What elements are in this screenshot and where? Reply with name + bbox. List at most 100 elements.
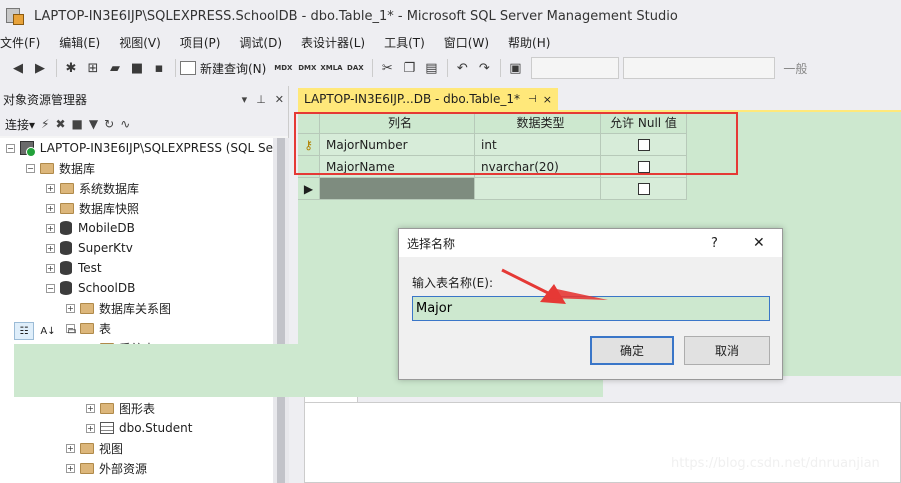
new-query-label: 新建查询(N) [200,61,267,76]
copy-icon[interactable]: ❐ [399,58,419,78]
window-title: LAPTOP-IN3E6IJP\SQLEXPRESS.SchoolDB - db… [34,8,678,24]
server-icon [19,141,36,157]
tree-item[interactable]: + SuperKtv [0,238,273,258]
tree-item[interactable]: + 系统数据库 [0,178,273,198]
dax-query-button[interactable]: DAX [344,64,366,72]
folder-icon [40,162,54,174]
menu-help[interactable]: 帮助(H) [508,34,557,51]
database-icon [60,261,72,275]
connect-icon[interactable]: ⚡ [41,117,49,131]
menu-file[interactable]: 文件(F) [0,34,47,51]
save-icon[interactable]: ■ [127,58,147,78]
collapse-icon[interactable]: − [46,283,55,293]
close-icon[interactable]: ✕ [753,235,765,251]
expand-icon[interactable]: + [46,243,55,253]
solution-config-dropdown[interactable] [531,57,620,79]
menu-window[interactable]: 窗口(W) [444,34,496,51]
tree-item[interactable]: + MobileDB [0,218,273,238]
back-icon[interactable]: ◀ [8,58,28,78]
categorized-icon[interactable]: ☷ [14,322,34,340]
new-project-icon[interactable]: ✱ [61,58,81,78]
tree-item[interactable]: + 数据库关系图 [0,298,273,318]
refresh-icon[interactable]: ↻ [104,117,114,131]
table-row[interactable]: ▶ [298,178,687,200]
database-icon [60,281,72,295]
title-bar: LAPTOP-IN3E6IJP\SQLEXPRESS.SchoolDB - db… [0,0,901,32]
expand-icon[interactable]: + [66,443,75,453]
pin-icon[interactable]: ⊥ [256,93,266,106]
menu-view[interactable]: 视图(V) [119,34,168,51]
expand-icon[interactable]: + [46,183,55,193]
open-folder-icon[interactable]: ▰ [105,58,125,78]
tree-item[interactable]: − SchoolDB [0,278,273,298]
object-explorer-header: 对象资源管理器 ▾ ⊥ ✕ [0,86,288,112]
dropdown-icon[interactable]: ▾ [242,93,248,106]
platform-dropdown[interactable] [623,57,776,79]
stop-icon[interactable]: ■ [72,117,83,131]
new-query-icon [180,61,196,75]
tree-item[interactable]: + 数据库快照 [0,198,273,218]
menu-project[interactable]: 项目(P) [180,34,228,51]
disconnect-icon[interactable]: ✖ [55,117,65,131]
tree-item[interactable]: − 数据库 [0,158,273,178]
ok-button[interactable]: 确定 [590,336,674,365]
object-explorer-toolbar: 连接▾ ⚡ ✖ ■ ▼ ↻ ∿ [0,112,288,136]
toolbar-separator [56,59,57,77]
expand-icon[interactable]: + [46,223,55,233]
menu-edit[interactable]: 编辑(E) [59,34,107,51]
activity-monitor-icon[interactable]: ▣ [505,58,525,78]
folder-icon [60,202,74,214]
expand-icon[interactable]: + [86,423,95,433]
data-type-cell[interactable] [475,178,601,200]
tree-item[interactable]: − LAPTOP-IN3E6IJP\SQLEXPRESS (SQL Se [0,138,273,158]
dialog-title-bar: 选择名称 ? ✕ [399,229,782,257]
tree-item[interactable]: + 图形表 [0,398,273,418]
new-query-button[interactable]: 新建查询(N) [180,60,266,77]
tree-item-label: Test [78,261,102,275]
tree-item[interactable]: + 视图 [0,438,273,458]
property-pages-icon[interactable]: ▭ [62,322,82,340]
redo-icon[interactable]: ↷ [474,58,494,78]
expand-icon[interactable]: + [46,263,55,273]
expand-icon[interactable]: + [66,303,75,313]
filter-icon[interactable]: ▼ [89,117,98,131]
cut-icon[interactable]: ✂ [377,58,397,78]
toolbar-overflow-label[interactable]: 一般 [783,60,807,77]
document-tab[interactable]: LAPTOP-IN3E6IJP...DB - dbo.Table_1* ⊣ × [298,88,558,110]
save-all-icon[interactable]: ▪ [149,58,169,78]
expand-icon[interactable]: + [66,463,75,473]
undo-icon[interactable]: ↶ [452,58,472,78]
expand-icon[interactable]: + [86,403,95,413]
close-icon[interactable]: × [543,93,552,106]
sort-alphabetical-icon[interactable]: A↓ [38,322,58,340]
allow-null-checkbox[interactable] [637,182,650,195]
tree-item[interactable]: + Test [0,258,273,278]
tree-scrollbar[interactable] [273,138,289,483]
xmla-query-button[interactable]: XMLA [320,64,342,72]
dmx-query-button[interactable]: DMX [296,64,318,72]
menu-debug[interactable]: 调试(D) [239,34,289,51]
help-icon[interactable]: ? [711,236,718,251]
close-icon[interactable]: ✕ [275,93,284,106]
collapse-icon[interactable]: − [6,143,15,153]
connect-button[interactable]: 连接▾ [5,116,35,133]
expand-icon[interactable]: + [46,203,55,213]
scrollbar-thumb[interactable] [277,138,285,483]
menu-table-designer[interactable]: 表设计器(L) [301,34,372,51]
add-item-icon[interactable]: ⊞ [83,58,103,78]
collapse-icon[interactable]: − [26,163,35,173]
forward-icon[interactable]: ▶ [30,58,50,78]
tree-item[interactable]: + dbo.Student [0,418,273,438]
cancel-button[interactable]: 取消 [684,336,770,365]
row-selector[interactable]: ▶ [298,178,320,200]
column-name-cell[interactable] [320,178,475,200]
toolbar-separator [500,59,502,77]
activity-icon[interactable]: ∿ [120,117,130,131]
menu-tools[interactable]: 工具(T) [384,34,432,51]
tree-item[interactable]: + 外部资源 [0,458,273,478]
document-tab-label: LAPTOP-IN3E6IJP...DB - dbo.Table_1* [304,92,521,106]
database-icon [60,241,72,255]
paste-icon[interactable]: ▤ [421,58,441,78]
mdx-query-button[interactable]: MDX [272,64,294,72]
pin-icon[interactable]: ⊣ [528,94,537,105]
